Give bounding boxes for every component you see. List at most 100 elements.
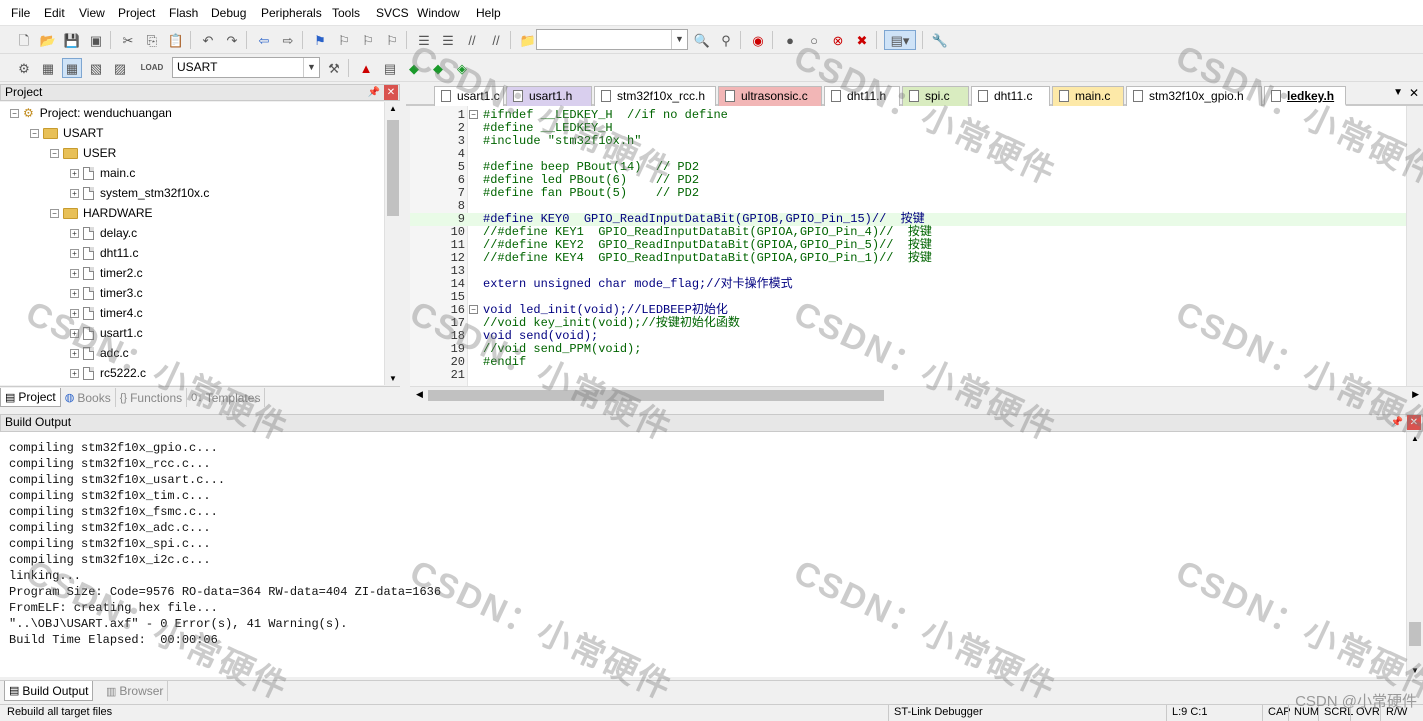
build-output-text[interactable]: compiling stm32f10x_gpio.c... compiling s… [0, 432, 1406, 677]
close-icon[interactable]: ✕ [384, 85, 398, 100]
close-editor-icon[interactable]: ✕ [1409, 86, 1419, 100]
expand-icon[interactable]: + [70, 168, 79, 178]
tab-functions[interactable]: {} Functions [116, 388, 188, 407]
tab-project[interactable]: ▤ Project [0, 388, 61, 407]
expand-icon[interactable]: + [70, 188, 79, 198]
build-icon[interactable]: ▦ [38, 58, 58, 78]
open-file-icon[interactable]: 📂 [38, 30, 58, 50]
comment-icon[interactable]: // [462, 30, 482, 50]
menu-view[interactable]: View [74, 0, 110, 26]
pack-installer-icon[interactable]: ◆ [428, 58, 448, 78]
disable-breakpoint-icon[interactable]: ○ [804, 30, 824, 50]
collapse-icon[interactable]: − [50, 208, 59, 218]
select-packs-icon[interactable]: ▤ [380, 58, 400, 78]
next-bookmark-icon[interactable]: ⚐ [358, 30, 378, 50]
configure-icon[interactable]: 🔧 [930, 30, 950, 50]
menu-tools[interactable]: Tools [327, 0, 365, 26]
expand-icon[interactable]: + [70, 268, 79, 278]
menu-help[interactable]: Help [471, 0, 506, 26]
editor-tab[interactable]: ultrasonsic.c [718, 86, 822, 106]
find-icon[interactable]: 🔍 [692, 30, 712, 50]
expand-icon[interactable]: + [70, 248, 79, 258]
editor-tab[interactable]: ledkey.h [1264, 86, 1346, 106]
editor-tab[interactable]: stm32f10x_gpio.h [1126, 86, 1262, 106]
undo-icon[interactable]: ↶ [198, 30, 218, 50]
event-recorder-icon[interactable]: ◈ [452, 58, 472, 78]
tree-file[interactable]: + timer2.c [70, 263, 143, 283]
tree-project[interactable]: − ⚙ Project: wenduchuangan [10, 103, 172, 123]
prev-bookmark-icon[interactable]: ⚐ [334, 30, 354, 50]
tree-file[interactable]: + rc5222.c [70, 363, 146, 383]
paste-icon[interactable]: 📋 [166, 30, 186, 50]
stop-build-icon[interactable]: ▨ [110, 58, 130, 78]
build-pin-icon[interactable]: 📌 [1390, 415, 1404, 430]
expand-icon[interactable]: + [70, 348, 79, 358]
tree-file[interactable]: + timer4.c [70, 303, 143, 323]
debug-session-icon[interactable]: ◉ [748, 30, 768, 50]
bookmark-icon[interactable]: ⚑ [310, 30, 330, 50]
expand-icon[interactable]: + [70, 368, 79, 378]
menu-flash[interactable]: Flash [164, 0, 203, 26]
tab-list-icon[interactable]: ▼ [1393, 87, 1403, 98]
menu-debug[interactable]: Debug [206, 0, 251, 26]
tab-browser[interactable]: ▥ Browser [102, 681, 169, 701]
editor-tab[interactable]: dht11.h [824, 86, 900, 106]
tree-file[interactable]: + usart1.c [70, 323, 143, 343]
tree-file[interactable]: + timer3.c [70, 283, 143, 303]
find-in-files-icon[interactable]: 📁 [518, 30, 538, 50]
build-close-icon[interactable]: ✕ [1407, 415, 1421, 430]
manage-project-items-icon[interactable]: ▲ [356, 58, 376, 78]
expand-icon[interactable]: + [70, 308, 79, 318]
tree-folder[interactable]: − USART [30, 123, 103, 143]
rebuild-icon[interactable]: ▦ [62, 58, 82, 78]
editor-tab[interactable]: dht11.c [971, 86, 1050, 106]
navigate-forward-icon[interactable]: ⇨ [278, 30, 298, 50]
tree-file[interactable]: + system_stm32f10x.c [70, 183, 209, 203]
redo-icon[interactable]: ↷ [222, 30, 242, 50]
navigate-back-icon[interactable]: ⇦ [254, 30, 274, 50]
menu-peripherals[interactable]: Peripherals [256, 0, 327, 26]
editor-tab[interactable]: usart1.c [434, 86, 504, 106]
target-options-icon[interactable]: ⚒ [324, 58, 344, 78]
project-tree-scrollbar[interactable]: ▲ ▼ [384, 102, 400, 385]
tab-templates[interactable]: 0↓ Templates [187, 388, 266, 407]
window-layout-icon[interactable]: ▤▾ [884, 30, 916, 50]
collapse-icon[interactable]: − [50, 148, 59, 158]
editor-tab[interactable]: stm32f10x_rcc.h [594, 86, 716, 106]
save-icon[interactable]: 💾 [62, 30, 82, 50]
target-select[interactable]: USART ▼ [172, 57, 320, 78]
tree-file[interactable]: + delay.c [70, 223, 137, 243]
expand-icon[interactable]: + [70, 228, 79, 238]
tree-file[interactable]: + main.c [70, 163, 135, 183]
tab-build-output[interactable]: ▤ Build Output [4, 681, 94, 701]
save-all-icon[interactable]: ▣ [86, 30, 106, 50]
disable-all-breakpoints-icon[interactable]: ⊗ [828, 30, 848, 50]
tab-books[interactable]: ◍ Books [61, 388, 116, 407]
find-combo[interactable]: ▼ [536, 29, 688, 50]
expand-icon[interactable]: + [70, 328, 79, 338]
menu-window[interactable]: Window [412, 0, 465, 26]
manage-run-time-icon[interactable]: ◆ [404, 58, 424, 78]
fold-icon[interactable]: − [469, 305, 478, 314]
menu-project[interactable]: Project [113, 0, 160, 26]
unindent-icon[interactable]: ☰ [438, 30, 458, 50]
code-editor[interactable]: 1 #ifndef __LEDKEY_H //if no define 2 #defi… [410, 106, 1423, 386]
menu-file[interactable]: File [6, 0, 35, 26]
editor-hscroll[interactable]: ◀ ▶ [410, 386, 1423, 404]
kill-all-breakpoints-icon[interactable]: ✖ [852, 30, 872, 50]
editor-tab[interactable]: spi.c [902, 86, 969, 106]
translate-icon[interactable]: ⚙ [14, 58, 34, 78]
uncomment-icon[interactable]: // [486, 30, 506, 50]
cut-icon[interactable]: ✂ [118, 30, 138, 50]
editor-vscroll[interactable] [1406, 106, 1423, 386]
expand-icon[interactable]: + [70, 288, 79, 298]
batch-build-icon[interactable]: ▧ [86, 58, 106, 78]
download-icon[interactable]: LOAD [141, 58, 164, 78]
clear-bookmarks-icon[interactable]: ⚐ [382, 30, 402, 50]
editor-tab[interactable]: usart1.h [506, 86, 592, 106]
editor-tab[interactable]: main.c [1052, 86, 1124, 106]
menu-edit[interactable]: Edit [39, 0, 70, 26]
build-output-scrollbar[interactable]: ▲ ▼ [1406, 432, 1423, 677]
collapse-icon[interactable]: − [10, 108, 19, 118]
tree-folder[interactable]: − HARDWARE [50, 203, 153, 223]
